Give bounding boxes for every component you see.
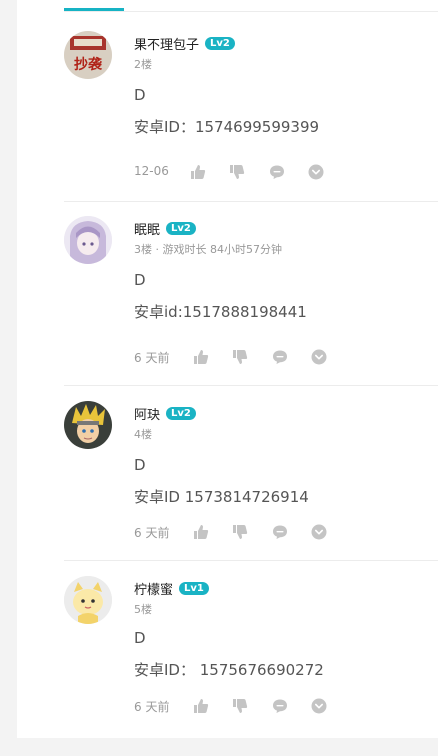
comment-item: 柠檬蜜 Lv1 5楼 D 安卓ID： 1575676690272 6 天前	[64, 576, 438, 756]
comment-text: D	[134, 629, 146, 647]
post-time: 6 天前	[134, 700, 170, 714]
floor-meta: 3楼 · 游戏时长 84小时57分钟	[134, 243, 282, 256]
level-badge: Lv2	[205, 37, 235, 50]
thumbs-down-icon[interactable]	[231, 523, 249, 541]
username[interactable]: 果不理包子	[134, 38, 199, 53]
chevron-down-circle-icon[interactable]	[310, 697, 328, 715]
comment-bubble-icon[interactable]	[271, 348, 289, 366]
avatar-image: 抄袭	[64, 31, 112, 79]
floor-meta: 4楼	[134, 428, 152, 441]
thumbs-up-icon[interactable]	[192, 348, 210, 366]
avatar-image	[64, 216, 112, 264]
floor-meta: 2楼	[134, 58, 152, 71]
level-badge: Lv2	[166, 407, 196, 420]
comment-item: 阿玦 Lv2 4楼 D 安卓ID 1573814726914 6 天前	[64, 401, 438, 581]
chevron-down-circle-icon[interactable]	[310, 348, 328, 366]
avatar-image	[64, 576, 112, 624]
divider	[64, 11, 438, 12]
comment-text: 安卓ID： 1575676690272	[134, 661, 324, 679]
thumbs-up-icon[interactable]	[192, 523, 210, 541]
thumbs-up-icon[interactable]	[189, 163, 207, 181]
comment-bubble-icon[interactable]	[271, 697, 289, 715]
username[interactable]: 眠眠	[134, 223, 160, 238]
divider	[64, 385, 438, 386]
thumbs-down-icon[interactable]	[228, 163, 246, 181]
chevron-down-circle-icon[interactable]	[310, 523, 328, 541]
comment-text: 安卓ID：1574699599399	[134, 118, 320, 136]
comment-text: D	[134, 456, 146, 474]
svg-text:抄袭: 抄袭	[74, 56, 103, 73]
comment-item: 抄袭 果不理包子 Lv2 2楼 D 安卓ID：1574699599399 12-0…	[64, 31, 438, 211]
avatar[interactable]	[64, 216, 112, 264]
thumbs-down-icon[interactable]	[231, 348, 249, 366]
level-badge: Lv1	[179, 582, 209, 595]
comment-text: 安卓ID 1573814726914	[134, 488, 309, 506]
avatar-image	[64, 401, 112, 449]
divider	[64, 560, 438, 561]
post-time: 6 天前	[134, 351, 170, 365]
thumbs-up-icon[interactable]	[192, 697, 210, 715]
comment-bubble-icon[interactable]	[268, 163, 286, 181]
floor-meta: 5楼	[134, 603, 152, 616]
comment-text: D	[134, 271, 146, 289]
username[interactable]: 柠檬蜜	[134, 583, 173, 598]
avatar[interactable]	[64, 401, 112, 449]
thumbs-down-icon[interactable]	[231, 697, 249, 715]
comment-item: 眠眠 Lv2 3楼 · 游戏时长 84小时57分钟 D 安卓id:15178881…	[64, 216, 438, 396]
post-time: 12-06	[134, 164, 169, 178]
comment-text: 安卓id:1517888198441	[134, 303, 307, 321]
level-badge: Lv2	[166, 222, 196, 235]
username[interactable]: 阿玦	[134, 408, 160, 423]
chevron-down-circle-icon[interactable]	[307, 163, 325, 181]
avatar[interactable]: 抄袭	[64, 31, 112, 79]
post-time: 6 天前	[134, 526, 170, 540]
divider	[64, 201, 438, 202]
comment-bubble-icon[interactable]	[271, 523, 289, 541]
avatar[interactable]	[64, 576, 112, 624]
comment-text: D	[134, 86, 146, 104]
comments-panel: 抄袭 果不理包子 Lv2 2楼 D 安卓ID：1574699599399 12-0…	[17, 0, 438, 738]
